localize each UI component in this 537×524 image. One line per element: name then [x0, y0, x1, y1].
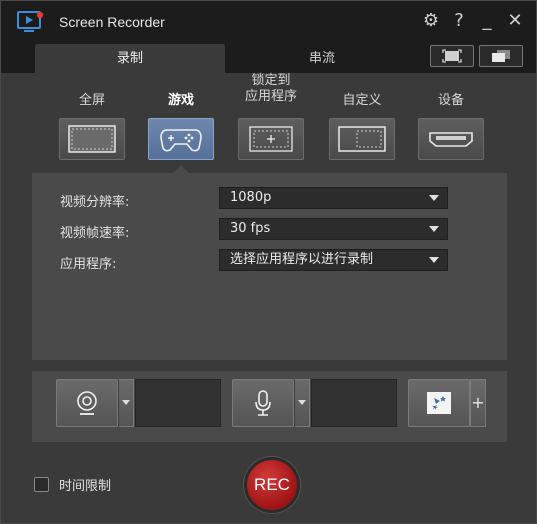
- framerate-row: 视频帧速率: 30 fps: [32, 218, 507, 242]
- fullscreen-view-button[interactable]: [430, 45, 474, 67]
- record-panel: 全屏 游戏 锁定到 应用程序 自定义 设备 视频分辨率: 1080p 视频帧速率…: [1, 73, 536, 523]
- time-limit-option[interactable]: 时间限制: [34, 475, 111, 494]
- microphone-icon: [255, 390, 271, 416]
- close-icon[interactable]: ✕: [506, 10, 524, 32]
- lock-app-icon: [249, 126, 293, 152]
- game-settings-panel: 视频分辨率: 1080p 视频帧速率: 30 fps 应用程序: 选择应用程序以…: [32, 173, 507, 360]
- microphone-dropdown-button[interactable]: [294, 379, 310, 427]
- device-mode-button[interactable]: [418, 118, 484, 160]
- chevron-down-icon: [429, 226, 439, 232]
- record-button[interactable]: REC: [244, 457, 300, 513]
- webcam-icon: [77, 391, 97, 415]
- app-logo-icon: [17, 11, 44, 32]
- device-hdmi-icon: [429, 132, 473, 147]
- mode-label-custom: 自定义: [342, 93, 382, 108]
- fullscreen-view-icon: [442, 49, 462, 63]
- tab-bar: 录制 串流: [1, 43, 536, 73]
- time-limit-label: 时间限制: [59, 479, 112, 494]
- lock-app-mode-button[interactable]: [238, 118, 304, 160]
- app-title: Screen Recorder: [59, 14, 165, 30]
- resolution-select[interactable]: 1080p: [219, 187, 448, 209]
- window-controls: ⚙ ? _ ✕: [422, 10, 524, 32]
- webcam-dropdown-button[interactable]: [118, 379, 134, 427]
- application-row: 应用程序: 选择应用程序以进行录制: [32, 249, 507, 273]
- application-value: 选择应用程序以进行录制: [230, 252, 374, 267]
- app-window: Screen Recorder ⚙ ? _ ✕ 录制 串流 全屏 游戏 锁定到 …: [0, 0, 537, 524]
- framerate-value: 30 fps: [230, 221, 271, 236]
- microphone-level-slot: [311, 379, 397, 427]
- window-view-button[interactable]: [479, 45, 523, 67]
- resolution-value: 1080p: [230, 190, 272, 205]
- webcam-preview-slot: [135, 379, 221, 427]
- chevron-down-icon: [429, 195, 439, 201]
- microphone-button[interactable]: [232, 379, 294, 427]
- minimize-icon[interactable]: _: [478, 10, 496, 32]
- gamepad-icon: [160, 129, 202, 152]
- webcam-button[interactable]: [56, 379, 118, 427]
- mode-label-lock-app: 锁定到 应用程序: [244, 73, 297, 104]
- effects-icon: [427, 392, 451, 414]
- window-view-icon: [492, 50, 510, 62]
- application-select[interactable]: 选择应用程序以进行录制: [219, 249, 448, 271]
- game-mode-button[interactable]: [148, 118, 214, 160]
- mode-label-game: 游戏: [167, 93, 194, 108]
- chevron-down-icon: [429, 257, 439, 263]
- framerate-label: 视频帧速率:: [60, 226, 130, 241]
- fullscreen-mode-button[interactable]: [59, 118, 125, 160]
- help-icon[interactable]: ?: [450, 10, 468, 32]
- active-mode-pointer: [173, 165, 189, 173]
- add-effect-button[interactable]: +: [470, 379, 486, 427]
- mode-label-fullscreen: 全屏: [78, 93, 105, 108]
- tab-record[interactable]: 录制: [35, 44, 225, 73]
- custom-area-icon: [338, 126, 386, 152]
- devices-panel: +: [32, 371, 507, 442]
- effects-button[interactable]: [408, 379, 470, 427]
- time-limit-checkbox[interactable]: [34, 477, 49, 492]
- fullscreen-icon: [68, 125, 116, 153]
- title-bar: Screen Recorder ⚙ ? _ ✕: [1, 1, 536, 43]
- gear-icon[interactable]: ⚙: [422, 10, 440, 32]
- resolution-label: 视频分辨率:: [60, 195, 130, 210]
- resolution-row: 视频分辨率: 1080p: [32, 187, 507, 211]
- custom-mode-button[interactable]: [329, 118, 395, 160]
- mode-label-device: 设备: [437, 93, 464, 108]
- framerate-select[interactable]: 30 fps: [219, 218, 448, 240]
- tab-stream[interactable]: 串流: [227, 44, 417, 73]
- application-label: 应用程序:: [60, 257, 117, 272]
